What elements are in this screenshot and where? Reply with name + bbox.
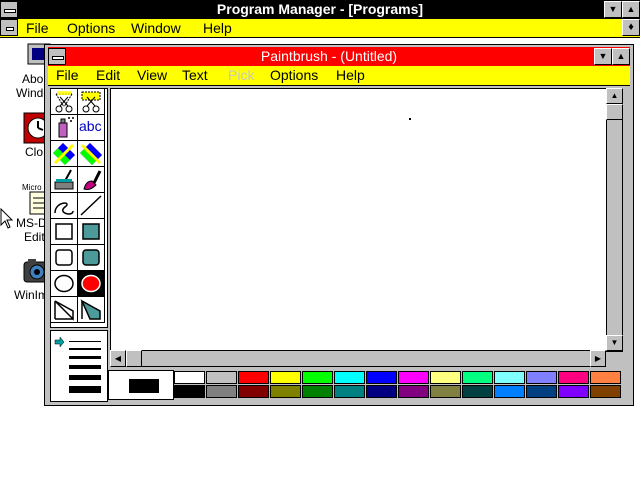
palette-swatch[interactable] xyxy=(334,385,365,398)
palette-swatch[interactable] xyxy=(270,385,301,398)
circle-icon[interactable] xyxy=(51,271,78,297)
palette-swatch[interactable] xyxy=(398,385,429,398)
pb-menu-edit[interactable]: Edit xyxy=(96,67,120,83)
filled-rounded-box-icon[interactable] xyxy=(78,245,105,271)
filled-box-icon[interactable] xyxy=(78,219,105,245)
pb-menu-view[interactable]: View xyxy=(137,67,167,83)
filled-circle-icon[interactable] xyxy=(78,271,105,297)
palette-swatch[interactable] xyxy=(526,385,557,398)
color-eraser-icon[interactable] xyxy=(51,141,78,167)
scroll-left-icon[interactable]: ◀ xyxy=(110,350,126,367)
pb-menu-options[interactable]: Options xyxy=(270,67,318,83)
palette-swatch[interactable] xyxy=(590,385,621,398)
rounded-box-icon[interactable] xyxy=(51,245,78,271)
palette-swatch[interactable] xyxy=(334,371,365,384)
palette-swatch[interactable] xyxy=(206,385,237,398)
pb-menu-help[interactable]: Help xyxy=(336,67,365,83)
palette-swatch[interactable] xyxy=(558,371,589,384)
scroll-up-icon[interactable]: ▲ xyxy=(606,88,623,104)
about-windows-label-1: Abo xyxy=(22,72,44,86)
palette-swatch[interactable] xyxy=(302,371,333,384)
paint-roller-icon[interactable] xyxy=(51,167,78,193)
box-icon[interactable] xyxy=(51,219,78,245)
filled-polygon-icon[interactable] xyxy=(78,297,105,323)
palette-swatch[interactable] xyxy=(494,371,525,384)
palette-swatch[interactable] xyxy=(526,371,557,384)
palette-swatch[interactable] xyxy=(398,371,429,384)
horizontal-scroll-thumb[interactable] xyxy=(126,350,142,367)
text-tool-label: abc xyxy=(79,118,102,134)
program-manager-title-bar[interactable]: Program Manager - [Programs] ▼ ▲ xyxy=(0,0,640,19)
polygon-icon[interactable] xyxy=(51,297,78,323)
vertical-scrollbar[interactable]: ▲ ▼ xyxy=(606,88,623,352)
palette-swatch[interactable] xyxy=(366,385,397,398)
palette-swatch[interactable] xyxy=(174,371,205,384)
palette-swatch[interactable] xyxy=(590,371,621,384)
palette-swatch[interactable] xyxy=(302,385,333,398)
line-size-box xyxy=(50,330,108,402)
color-palette xyxy=(108,370,624,400)
paintbrush-title: Paintbrush - (Untitled) xyxy=(260,48,398,64)
paintbrush-title-bar[interactable]: Paintbrush - (Untitled) ▼ ▲ xyxy=(48,47,630,66)
current-colors-indicator xyxy=(108,370,174,400)
scissors-icon[interactable] xyxy=(51,89,78,115)
line-icon[interactable] xyxy=(78,193,105,219)
pb-menu-text[interactable]: Text xyxy=(182,67,208,83)
msdos-editor-label-1: MS-D xyxy=(16,216,47,230)
palette-swatch[interactable] xyxy=(462,385,493,398)
toolbox: abc xyxy=(50,88,108,328)
palette-swatch[interactable] xyxy=(238,371,269,384)
horizontal-scrollbar[interactable]: ◀ ▶ xyxy=(110,350,606,367)
paintbrush-menu-bar: File Edit View Text Pick Options Help xyxy=(48,66,630,86)
pb-menu-pick: Pick xyxy=(228,67,255,83)
pb-minimize-icon[interactable]: ▼ xyxy=(594,48,612,65)
pm-restore-icon[interactable]: ♦ xyxy=(622,19,640,36)
palette-swatch[interactable] xyxy=(366,371,397,384)
pm-menu-help[interactable]: Help xyxy=(203,20,232,36)
pm-menu-file[interactable]: File xyxy=(26,20,49,36)
pm-child-system-menu-icon[interactable] xyxy=(0,19,18,36)
pb-menu-file[interactable]: File xyxy=(56,67,79,83)
mouse-cursor-icon xyxy=(0,208,14,229)
palette-swatch[interactable] xyxy=(494,385,525,398)
pixel-mark xyxy=(409,118,411,120)
eraser-icon[interactable] xyxy=(78,141,105,167)
msdos-editor-label-2: Edit xyxy=(24,230,45,244)
palette-swatches xyxy=(174,370,624,400)
pb-system-menu-icon[interactable] xyxy=(48,48,66,65)
text-tool-icon[interactable]: abc xyxy=(78,115,105,141)
winimage-label: WinIm xyxy=(14,288,48,302)
pm-minimize-icon[interactable]: ▼ xyxy=(604,1,622,18)
line-size-selector[interactable] xyxy=(51,331,107,401)
vertical-scroll-thumb[interactable] xyxy=(606,104,623,120)
foreground-color-swatch xyxy=(129,379,159,393)
palette-swatch[interactable] xyxy=(238,385,269,398)
pb-maximize-icon[interactable]: ▲ xyxy=(612,48,630,65)
scroll-right-icon[interactable]: ▶ xyxy=(590,350,606,367)
pick-scissors-icon[interactable] xyxy=(78,89,105,115)
brush-icon[interactable] xyxy=(78,167,105,193)
curve-icon[interactable] xyxy=(51,193,78,219)
palette-swatch[interactable] xyxy=(174,385,205,398)
pm-maximize-icon[interactable]: ▲ xyxy=(622,1,640,18)
palette-swatch[interactable] xyxy=(558,385,589,398)
airbrush-icon[interactable] xyxy=(51,115,78,141)
scroll-down-icon[interactable]: ▼ xyxy=(606,335,623,351)
pm-menu-window[interactable]: Window xyxy=(131,20,181,36)
palette-swatch[interactable] xyxy=(206,371,237,384)
clock-label: Clo xyxy=(25,145,44,159)
palette-swatch[interactable] xyxy=(270,371,301,384)
drawing-canvas[interactable] xyxy=(110,88,610,352)
program-manager-title: Program Manager - [Programs] xyxy=(216,1,424,17)
pm-menu-options[interactable]: Options xyxy=(67,20,115,36)
palette-swatch[interactable] xyxy=(430,385,461,398)
palette-swatch[interactable] xyxy=(462,371,493,384)
program-manager-menu-bar: File Options Window Help ♦ xyxy=(0,19,640,38)
palette-swatch[interactable] xyxy=(430,371,461,384)
